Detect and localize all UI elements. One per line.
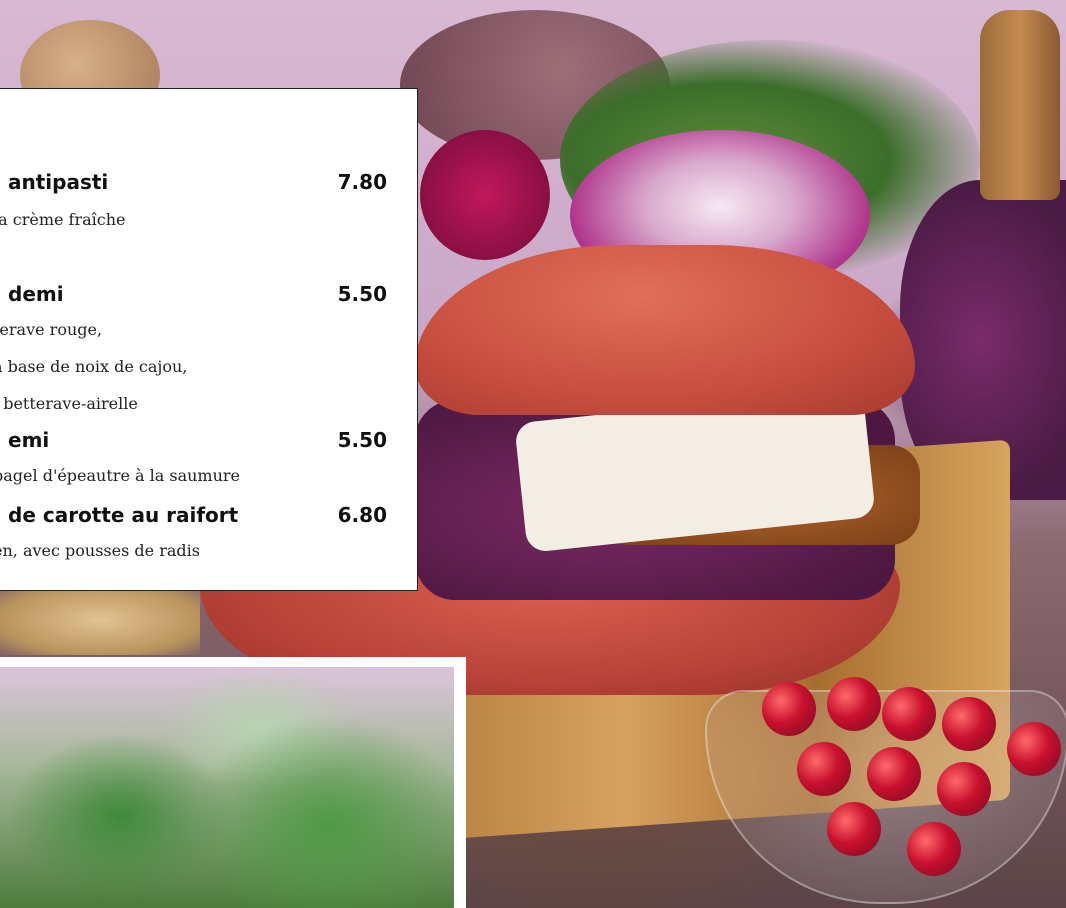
inset-photo-frame <box>0 657 466 908</box>
menu-item-desc: en, avec pousses de radis <box>0 541 200 560</box>
menu-item-desc: terave rouge, <box>0 320 103 339</box>
menu-card: antipasti 7.80 la crème fraîche demi 5.5… <box>0 88 418 591</box>
menu-item-price: 5.50 <box>337 282 387 306</box>
cranberry <box>1007 722 1061 776</box>
menu-item-title: emi <box>8 428 50 452</box>
menu-item-price: 5.50 <box>337 428 387 452</box>
cranberry-bowl <box>705 677 1066 904</box>
menu-item-price: 6.80 <box>337 503 387 527</box>
cranberry <box>937 762 991 816</box>
cranberry <box>827 802 881 856</box>
cranberry <box>907 822 961 876</box>
menu-item-title: antipasti <box>8 170 109 194</box>
cashews-image <box>0 585 200 655</box>
menu-item-desc: à base de noix de cajou, <box>0 357 188 376</box>
cranberry <box>797 742 851 796</box>
menu-item-title: demi <box>8 282 64 306</box>
cranberry <box>882 687 936 741</box>
cranberry <box>942 697 996 751</box>
menu-item-title: de carotte au raifort <box>8 503 239 527</box>
cranberry <box>867 747 921 801</box>
menu-item-price: 7.80 <box>337 170 387 194</box>
menu-item-desc: l betterave-airelle <box>0 394 138 413</box>
menu-item-desc: bagel d'épeautre à la saumure <box>0 466 241 485</box>
pepper-mill-image <box>980 10 1060 200</box>
menu-item-desc: la crème fraîche <box>0 210 126 229</box>
cranberry <box>827 677 881 731</box>
beet-slice-image <box>420 130 550 260</box>
cranberry <box>762 682 816 736</box>
greens-inset-image <box>0 667 454 908</box>
